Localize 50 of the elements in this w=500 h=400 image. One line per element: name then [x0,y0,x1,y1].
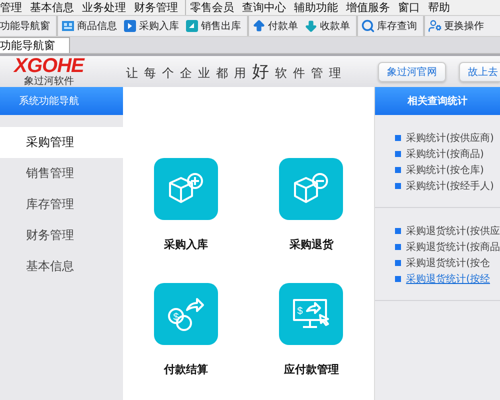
tile-label: 付款结算 [164,362,208,377]
tile-label: 应付款管理 [284,362,339,377]
up-arrow-icon [252,19,266,33]
tile-label: 采购入库 [164,237,208,252]
sidebar-item[interactable]: 财务管理 [0,220,124,251]
function-tile[interactable] [279,158,344,220]
logo-subtitle: 象过河软件 [24,76,74,87]
sidebar-item[interactable]: 采购管理 [0,127,124,158]
related-title: 相关查询统计 [375,87,500,115]
sidebar-item[interactable]: 销售管理 [0,158,124,189]
query-link[interactable]: 采购退货统计(按供应 [395,224,500,238]
menu-item[interactable]: 增值服务 [342,0,394,15]
query-link[interactable]: 采购退货统计(按经 [395,272,500,286]
header-link-button[interactable]: 象过河官网 [378,62,446,82]
down-arrow-icon [304,19,318,33]
menu-item[interactable]: 零售会员 [185,0,238,15]
tile-label: 采购退货 [289,237,334,252]
document-icon [123,19,137,33]
query-link[interactable]: 采购退货统计(按仓 [395,256,500,270]
menu-item[interactable]: 基本信息 [26,0,78,15]
query-link[interactable]: 采购统计(按经手人) [395,179,500,193]
menu-item[interactable]: 管理 [0,0,26,15]
menu-item[interactable]: 财务管理 [130,0,182,15]
toolbar-button[interactable]: 销售出库 [182,16,244,36]
menu-item[interactable]: 帮助 [424,0,454,15]
box-plus-icon [167,172,206,206]
query-link[interactable]: 采购统计(按供应商) [395,131,500,145]
tab[interactable]: 功能导航窗 [0,37,70,53]
query-link[interactable]: 采购退货统计(按商品 [395,240,500,254]
toolbar-button[interactable]: 功能导航窗 [0,16,53,36]
query-link[interactable]: 采购统计(按商品) [395,147,500,161]
search-icon [361,19,375,33]
menu-item[interactable]: 业务处理 [78,0,130,15]
user-gear-icon [428,19,442,33]
menu-item[interactable]: 辅助功能 [290,0,342,15]
function-tile[interactable] [154,158,218,220]
toolbar-button[interactable]: 采购入库 [120,16,182,36]
grid-icon [61,19,75,33]
document-icon [185,19,199,33]
sidebar-item[interactable]: 库存管理 [0,189,124,220]
slogan: 让每个企业都用 好 软件管理 [126,61,348,83]
sidebar-title: 系统功能导航 [0,87,124,115]
toolbar-button[interactable]: 收款单 [301,16,353,36]
menu-item[interactable]: 窗口 [394,0,424,15]
menu-item[interactable]: 查询中心 [238,0,290,15]
sidebar-item[interactable]: 基本信息 [0,251,124,282]
box-minus-icon [292,172,330,206]
logo: XGOHE [14,56,84,76]
header-link-button[interactable]: 故上去 [459,62,500,82]
query-link[interactable]: 采购统计(按仓库) [395,163,500,177]
